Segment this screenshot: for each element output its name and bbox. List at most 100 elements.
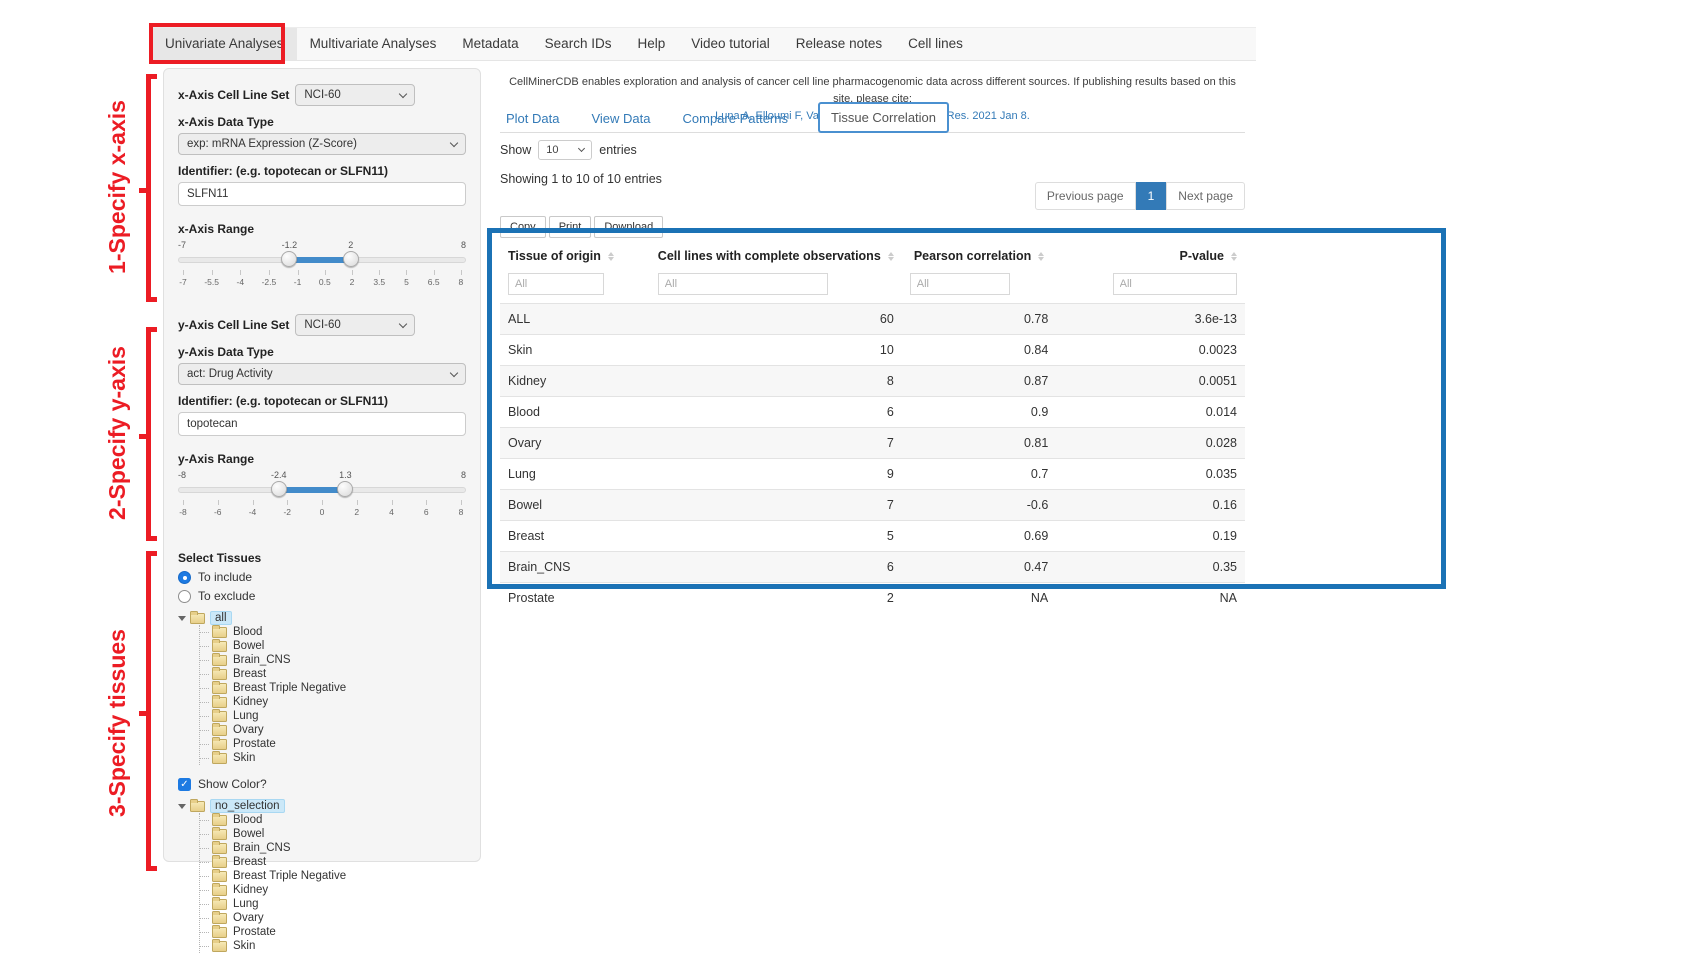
y-cell-line-set-select[interactable]: NCI-60 xyxy=(295,314,415,336)
table-row[interactable]: Skin100.840.0023 xyxy=(500,335,1245,366)
tree-node-label: Blood xyxy=(229,814,266,826)
x-range-from-handle[interactable] xyxy=(281,251,297,267)
table-row[interactable]: Bowel7-0.60.16 xyxy=(500,490,1245,521)
column-header-pearson-correlation[interactable]: Pearson correlation xyxy=(902,240,1057,271)
copy-button[interactable]: Copy xyxy=(500,216,546,238)
tree-node-kidney[interactable]: Kidney xyxy=(200,883,466,897)
x-range-slider[interactable]: -78-1.22-7-5.5-4-2.5-10.523.556.58 xyxy=(178,240,466,292)
table-row[interactable]: Brain_CNS60.470.35 xyxy=(500,552,1245,583)
folder-icon xyxy=(212,913,227,924)
table-row[interactable]: Blood60.90.014 xyxy=(500,397,1245,428)
x-range-label: x-Axis Range xyxy=(178,222,466,236)
x-range-tick: 2 xyxy=(347,270,357,287)
filter-input-tissue-of-origin[interactable] xyxy=(508,273,604,295)
sort-icon[interactable] xyxy=(1038,252,1044,261)
tree-node-skin[interactable]: Skin xyxy=(200,751,466,765)
tree-node-ovary[interactable]: Ovary xyxy=(200,911,466,925)
tree-node-brain-cns[interactable]: Brain_CNS xyxy=(200,653,466,667)
tree-root-all[interactable]: all xyxy=(178,611,466,625)
sort-icon[interactable] xyxy=(608,252,614,261)
nav-tab-univariate-analyses[interactable]: Univariate Analyses xyxy=(152,28,297,60)
tree-node-breast[interactable]: Breast xyxy=(200,855,466,869)
page-number-button[interactable]: 1 xyxy=(1136,182,1167,210)
radio-label: To exclude xyxy=(198,589,255,603)
tree-node-kidney[interactable]: Kidney xyxy=(200,695,466,709)
previous-page-button[interactable]: Previous page xyxy=(1035,182,1136,210)
entries-count-select[interactable]: 10 xyxy=(538,140,592,160)
table-row[interactable]: Breast50.690.19 xyxy=(500,521,1245,552)
table-cell: 6 xyxy=(650,397,902,428)
y-data-type-select[interactable]: act: Drug Activity xyxy=(178,363,466,385)
tree-node-breast-triple-negative[interactable]: Breast Triple Negative xyxy=(200,869,466,883)
radio-selected-icon[interactable] xyxy=(178,571,191,584)
tab-compare-patterns[interactable]: Compare Patterns xyxy=(681,105,791,132)
table-row[interactable]: Ovary70.810.028 xyxy=(500,428,1245,459)
tree-node-bowel[interactable]: Bowel xyxy=(200,827,466,841)
tree-node-prostate[interactable]: Prostate xyxy=(200,737,466,751)
table-row[interactable]: Prostate2NANA xyxy=(500,583,1245,614)
y-range-from-handle[interactable] xyxy=(271,481,287,497)
tree-node-lung[interactable]: Lung xyxy=(200,897,466,911)
print-button[interactable]: Print xyxy=(549,216,592,238)
annotation-step1-label: 1-Specify x-axis xyxy=(104,72,134,302)
tree-node-label: Kidney xyxy=(229,696,272,708)
y-range-slider[interactable]: -88-2.41.3-8-6-4-202468 xyxy=(178,470,466,522)
radio-to-exclude[interactable]: To exclude xyxy=(178,589,466,603)
table-cell: 0.47 xyxy=(902,552,1057,583)
tab-plot-data[interactable]: Plot Data xyxy=(504,105,561,132)
column-header-p-value[interactable]: P-value xyxy=(1056,240,1245,271)
y-range-to-handle[interactable] xyxy=(337,481,353,497)
showing-entries-text: Showing 1 to 10 of 10 entries xyxy=(500,172,662,186)
tree-node-blood[interactable]: Blood xyxy=(200,625,466,639)
table-cell: 7 xyxy=(650,428,902,459)
caret-down-icon[interactable] xyxy=(178,804,186,809)
tree-node-prostate[interactable]: Prostate xyxy=(200,925,466,939)
column-header-cell-lines-with-complete-observations[interactable]: Cell lines with complete observations xyxy=(650,240,902,271)
table-cell: 0.35 xyxy=(1056,552,1245,583)
table-row[interactable]: Lung90.70.035 xyxy=(500,459,1245,490)
x-range-to-handle[interactable] xyxy=(343,251,359,267)
filter-input-cell-lines-with-complete-observations[interactable] xyxy=(658,273,828,295)
folder-icon xyxy=(190,613,205,624)
tree-node-bowel[interactable]: Bowel xyxy=(200,639,466,653)
next-page-button[interactable]: Next page xyxy=(1166,182,1245,210)
tree-node-label: Breast xyxy=(229,668,270,680)
tree-node-skin[interactable]: Skin xyxy=(200,939,466,953)
table-cell: 7 xyxy=(650,490,902,521)
download-button[interactable]: Download xyxy=(594,216,663,238)
y-range-tick: 6 xyxy=(421,500,431,517)
x-data-type-select[interactable]: exp: mRNA Expression (Z-Score) xyxy=(178,133,466,155)
tree-node-label: no_selection xyxy=(210,799,285,813)
y-identifier-input[interactable] xyxy=(178,412,466,436)
tab-view-data[interactable]: View Data xyxy=(589,105,652,132)
tree-node-label: Kidney xyxy=(229,884,272,896)
caret-down-icon[interactable] xyxy=(178,616,186,621)
x-cell-line-set-select[interactable]: NCI-60 xyxy=(295,84,415,106)
folder-icon xyxy=(212,829,227,840)
table-cell: 0.81 xyxy=(902,428,1057,459)
control-sidebar: x-Axis Cell Line Set NCI-60 x-Axis Data … xyxy=(163,68,481,862)
tree-root-no-selection[interactable]: no_selection xyxy=(178,799,466,813)
tree-node-breast[interactable]: Breast xyxy=(200,667,466,681)
checkbox-checked-icon[interactable]: ✓ xyxy=(178,778,191,791)
sort-icon[interactable] xyxy=(1231,252,1237,261)
y-range-tick: -2 xyxy=(282,500,292,517)
x-range-from-label: -1.2 xyxy=(282,240,298,250)
tree-node-lung[interactable]: Lung xyxy=(200,709,466,723)
filter-input-pearson-correlation[interactable] xyxy=(910,273,1010,295)
filter-input-p-value[interactable] xyxy=(1113,273,1237,295)
tab-tissue-correlation[interactable]: Tissue Correlation xyxy=(818,102,949,133)
tree-node-breast-triple-negative[interactable]: Breast Triple Negative xyxy=(200,681,466,695)
tree-node-ovary[interactable]: Ovary xyxy=(200,723,466,737)
nav-tab-multivariate-analyses[interactable]: Multivariate Analyses xyxy=(297,28,450,60)
x-identifier-input[interactable] xyxy=(178,182,466,206)
sort-icon[interactable] xyxy=(888,252,894,261)
table-row[interactable]: Kidney80.870.0051 xyxy=(500,366,1245,397)
tree-node-blood[interactable]: Blood xyxy=(200,813,466,827)
tree-node-brain-cns[interactable]: Brain_CNS xyxy=(200,841,466,855)
table-row[interactable]: ALL600.783.6e-13 xyxy=(500,304,1245,335)
column-header-tissue-of-origin[interactable]: Tissue of origin xyxy=(500,240,650,271)
radio-to-include[interactable]: To include xyxy=(178,570,466,584)
show-color-checkbox-row[interactable]: ✓ Show Color? xyxy=(178,777,466,791)
radio-unselected-icon[interactable] xyxy=(178,590,191,603)
